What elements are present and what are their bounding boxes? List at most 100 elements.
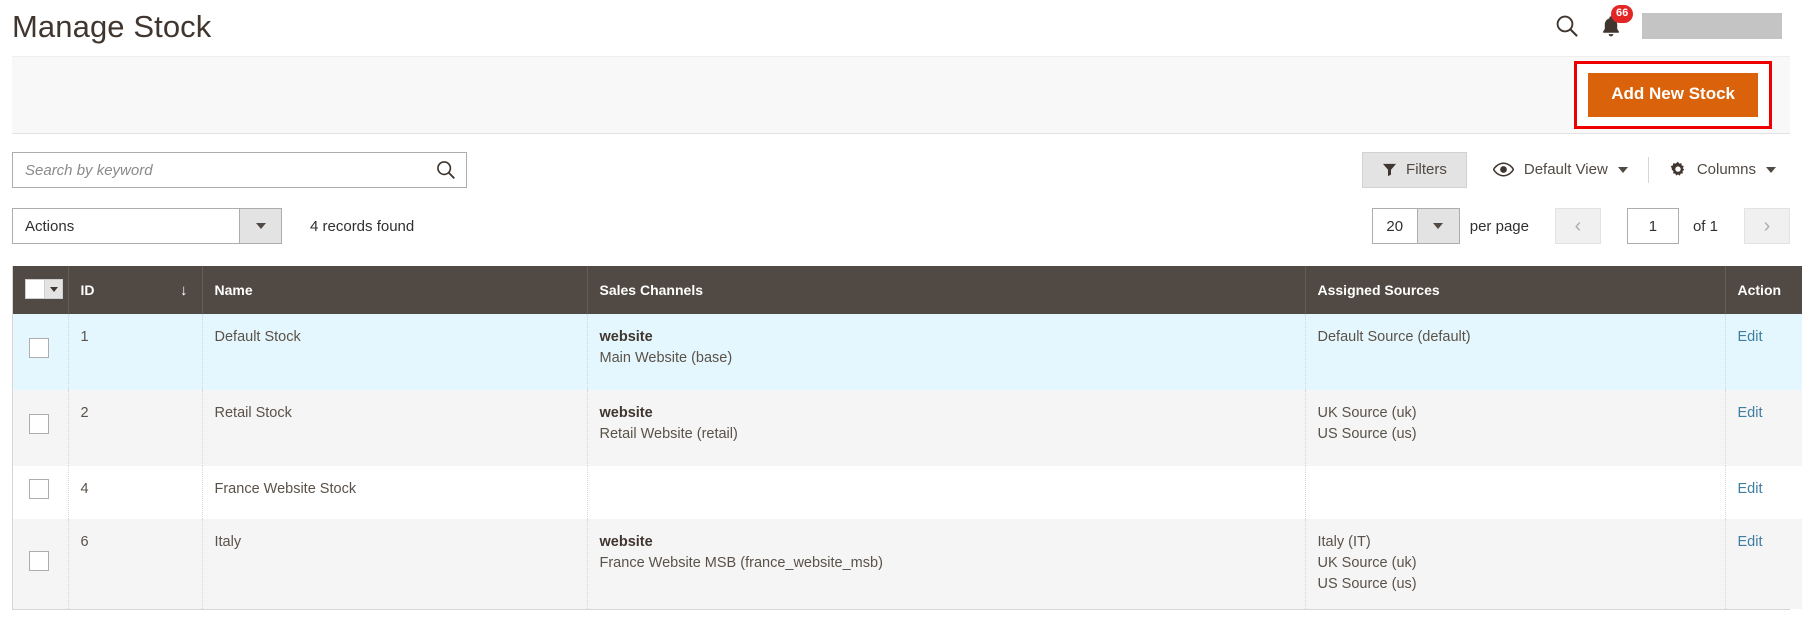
current-page-input[interactable]: 1 [1627,208,1679,244]
cell-name: Italy [202,519,587,609]
page-header: Manage Stock 66 [0,0,1802,52]
toolbar-right-controls: Filters Default View [1362,152,1790,188]
cell-sales-channels: website Main Website (base) [587,314,1305,390]
channel-value: Main Website (base) [600,348,1293,369]
cell-id: 4 [68,466,202,519]
column-header-sales-channels[interactable]: Sales Channels [587,266,1305,314]
cell-assigned-sources: Default Source (default) [1305,314,1725,390]
select-all-box [26,280,44,298]
table-row[interactable]: 1 Default Stock website Main Website (ba… [13,314,1802,390]
grid-actions-row: Actions 4 records found 20 per page ‹ 1 … [12,208,1790,244]
source-item: UK Source (uk) [1318,403,1713,424]
channel-value: France Website MSB (france_website_msb) [600,553,1293,574]
cell-name: Default Stock [202,314,587,390]
stock-grid: ID ↓ Name Sales Channels Assigned Source… [12,266,1790,610]
source-item: Default Source (default) [1318,327,1713,348]
stock-table: ID ↓ Name Sales Channels Assigned Source… [13,266,1802,609]
channel-type: website [600,532,1293,553]
channel-value: Retail Website (retail) [600,424,1293,445]
edit-link[interactable]: Edit [1738,405,1763,421]
row-checkbox[interactable] [29,414,49,434]
notifications-badge: 66 [1611,5,1633,23]
manage-stock-page: Manage Stock 66 Add New Stock [0,0,1802,617]
cell-action: Edit [1725,466,1802,519]
columns-label: Columns [1697,161,1756,178]
source-item: US Source (us) [1318,424,1713,445]
add-new-stock-highlight: Add New Stock [1574,61,1772,129]
chevron-down-icon [256,223,266,229]
funnel-icon [1382,162,1397,177]
cell-sales-channels: website Retail Website (retail) [587,390,1305,466]
chevron-down-icon [50,287,58,292]
total-pages-label: of 1 [1693,218,1718,235]
search-icon[interactable] [1554,13,1580,39]
table-row[interactable]: 6 Italy website France Website MSB (fran… [13,519,1802,609]
edit-link[interactable]: Edit [1738,329,1763,345]
table-header-row: ID ↓ Name Sales Channels Assigned Source… [13,266,1802,314]
channel-type: website [600,327,1293,348]
column-header-id-label: ID [81,282,95,298]
table-row[interactable]: 4 France Website Stock Edit [13,466,1802,519]
cell-assigned-sources: UK Source (uk) US Source (us) [1305,390,1725,466]
row-checkbox[interactable] [29,338,49,358]
filters-label: Filters [1406,161,1447,178]
default-view-dropdown[interactable]: Default View [1479,153,1642,187]
notifications-button[interactable]: 66 [1600,14,1622,38]
mass-actions-label: Actions [13,209,239,243]
per-page-value: 20 [1373,209,1417,243]
row-select-cell[interactable] [13,390,68,466]
cell-action: Edit [1725,390,1802,466]
header-tools: 66 [1554,13,1792,39]
row-select-cell[interactable] [13,519,68,609]
row-select-cell[interactable] [13,466,68,519]
chevron-down-icon [1433,223,1443,229]
gear-icon [1669,161,1687,179]
cell-id: 1 [68,314,202,390]
cell-action: Edit [1725,314,1802,390]
column-header-select-all[interactable] [13,266,68,314]
search-input[interactable] [12,152,467,188]
per-page-select[interactable]: 20 [1372,208,1460,244]
column-header-id[interactable]: ID ↓ [68,266,202,314]
chevron-down-icon [1766,167,1776,173]
cell-assigned-sources [1305,466,1725,519]
default-view-label: Default View [1524,161,1608,178]
cell-id: 6 [68,519,202,609]
filters-button[interactable]: Filters [1362,152,1467,188]
add-new-stock-button[interactable]: Add New Stock [1588,73,1758,117]
columns-dropdown[interactable]: Columns [1655,153,1790,188]
previous-page-button[interactable]: ‹ [1555,208,1601,244]
cell-name: France Website Stock [202,466,587,519]
select-all-checkbox[interactable] [25,279,63,299]
edit-link[interactable]: Edit [1738,481,1763,497]
column-header-action: Action [1725,266,1802,314]
page-actions-band: Add New Stock [12,56,1790,134]
cell-name: Retail Stock [202,390,587,466]
page-title: Manage Stock [12,11,211,42]
cell-sales-channels [587,466,1305,519]
grid-toolbar: Filters Default View [12,152,1790,188]
row-checkbox[interactable] [29,551,49,571]
records-found-label: 4 records found [310,218,414,235]
column-header-assigned-sources[interactable]: Assigned Sources [1305,266,1725,314]
edit-link[interactable]: Edit [1738,534,1763,550]
table-row[interactable]: 2 Retail Stock website Retail Website (r… [13,390,1802,466]
user-account-menu[interactable] [1642,13,1782,39]
per-page-caret [1417,209,1459,243]
table-body: 1 Default Stock website Main Website (ba… [13,314,1802,609]
channel-type: website [600,403,1293,424]
toolbar-divider [1648,157,1649,183]
row-select-cell[interactable] [13,314,68,390]
row-checkbox[interactable] [29,479,49,499]
cell-action: Edit [1725,519,1802,609]
source-item: Italy (IT) [1318,532,1713,553]
search-submit-icon[interactable] [431,155,461,185]
select-all-caret [44,280,62,298]
source-item: US Source (us) [1318,574,1713,595]
cell-assigned-sources: Italy (IT) UK Source (uk) US Source (us) [1305,519,1725,609]
mass-actions-select[interactable]: Actions [12,208,282,244]
per-page-label: per page [1470,218,1529,235]
column-header-name[interactable]: Name [202,266,587,314]
next-page-button[interactable]: › [1744,208,1790,244]
source-item: UK Source (uk) [1318,553,1713,574]
